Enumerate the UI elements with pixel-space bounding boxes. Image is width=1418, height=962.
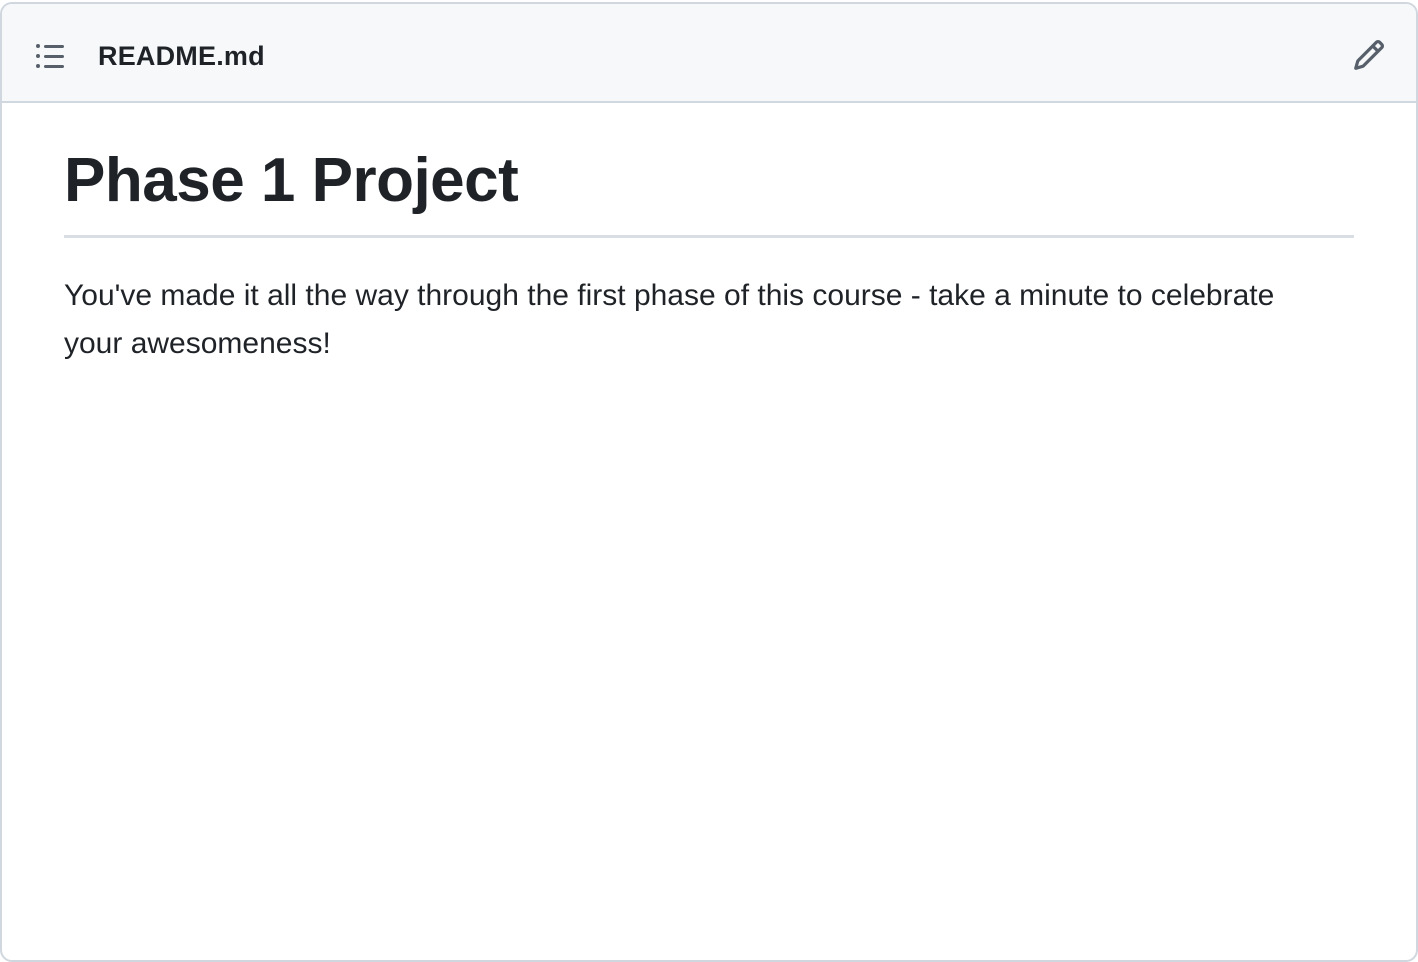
readme-container: README.md Phase 1 Project You've made it…	[0, 2, 1418, 962]
file-name: README.md	[98, 41, 265, 71]
pencil-icon[interactable]	[1352, 38, 1386, 72]
page-title: Phase 1 Project	[64, 143, 1354, 238]
intro-paragraph: You've made it all the way through the f…	[64, 279, 1275, 360]
markdown-body: Phase 1 Project You've made it all the w…	[2, 143, 1416, 368]
list-unordered-icon[interactable]	[34, 40, 66, 72]
readme-header: README.md	[2, 4, 1416, 103]
